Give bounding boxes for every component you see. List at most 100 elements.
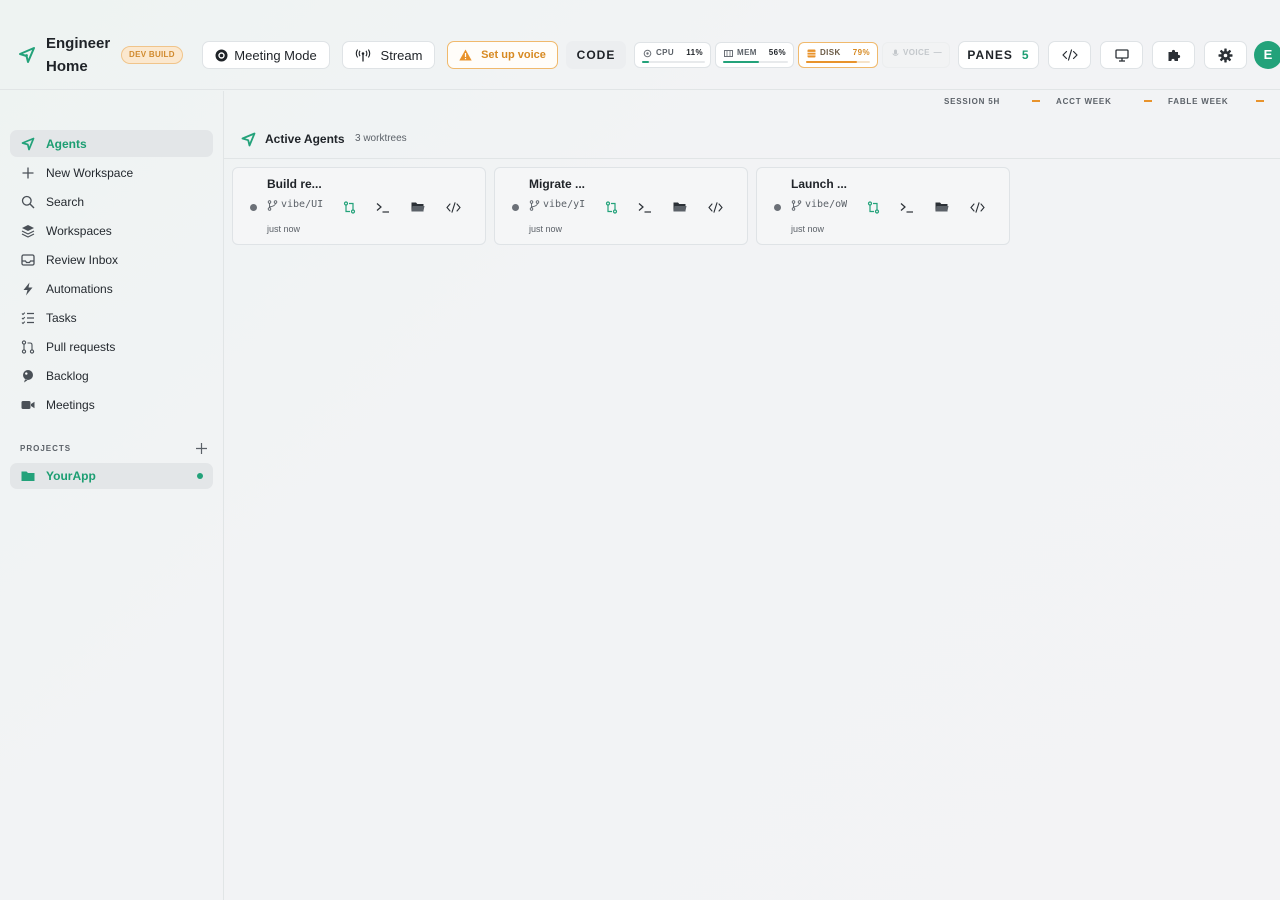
worktree-count: 3 worktrees	[355, 133, 407, 144]
page-title: Active Agents	[265, 132, 345, 146]
diff-icon[interactable]	[603, 199, 619, 215]
puzzle-icon	[1167, 48, 1181, 62]
cpu-usage-bar	[642, 61, 705, 63]
setup-voice-button[interactable]: Set up voice	[447, 41, 558, 69]
mem-value: 56%	[768, 48, 786, 57]
agent-branch: vibe/oW	[805, 199, 847, 210]
video-icon	[21, 398, 35, 412]
stream-label: Stream	[380, 47, 423, 63]
monitor-icon	[1114, 48, 1129, 62]
sidebar-item-tasks[interactable]: Tasks	[10, 304, 213, 331]
agent-updated-time: just now	[791, 224, 825, 234]
plus-icon	[21, 166, 35, 180]
folder-open-icon[interactable]	[934, 199, 950, 215]
diff-icon[interactable]	[341, 199, 357, 215]
disk-value: 79%	[852, 48, 870, 57]
panes-label: PANES	[967, 48, 1013, 62]
code-view-button[interactable]	[1048, 41, 1091, 69]
agent-status-dot	[774, 204, 781, 211]
sidebar-item-backlog[interactable]: Backlog	[10, 362, 213, 389]
extensions-button[interactable]	[1152, 41, 1195, 69]
antenna-icon	[355, 48, 371, 62]
main-header	[224, 91, 1280, 159]
sidebar-item-label: Meetings	[46, 397, 95, 412]
backlog-icon	[21, 369, 35, 383]
panes-button[interactable]: PANES 5	[958, 41, 1039, 69]
inbox-icon	[21, 253, 35, 267]
project-item-yourapp[interactable]: YourApp	[10, 463, 213, 489]
folder-open-icon[interactable]	[410, 199, 426, 215]
user-avatar[interactable]: E	[1254, 41, 1280, 69]
terminal-icon[interactable]	[899, 199, 915, 215]
agent-title: Launch ...	[791, 177, 848, 191]
diff-icon[interactable]	[865, 199, 881, 215]
sidebar-item-label: Tasks	[46, 310, 77, 325]
sidebar-item-search[interactable]: Search	[10, 188, 213, 215]
project-active-dot	[197, 473, 203, 479]
microphone-icon	[891, 49, 900, 58]
code-icon[interactable]	[445, 199, 461, 215]
settings-button[interactable]	[1204, 41, 1247, 69]
folder-open-icon[interactable]	[672, 199, 688, 215]
agents-logo-icon	[18, 46, 36, 64]
memory-icon	[724, 49, 733, 58]
branch-icon	[267, 200, 278, 211]
agent-updated-time: just now	[267, 224, 301, 234]
stream-button[interactable]: Stream	[342, 41, 435, 69]
pull-request-icon	[21, 339, 35, 354]
panes-count: 5	[1021, 48, 1030, 62]
code-button[interactable]: CODE	[566, 41, 626, 69]
sidebar-item-automations[interactable]: Automations	[10, 275, 213, 302]
sidebar-item-meetings[interactable]: Meetings	[10, 391, 213, 418]
sidebar-item-label: Workspaces	[46, 223, 112, 238]
active-agents-icon	[241, 132, 256, 147]
display-button[interactable]	[1100, 41, 1143, 69]
sidebar-item-label: Pull requests	[46, 339, 116, 354]
agent-card[interactable]: Launch ... vibe/oW just now	[756, 167, 1010, 245]
mem-meter: MEM 56%	[715, 42, 794, 68]
sidebar-item-label: Backlog	[46, 368, 89, 383]
terminal-icon[interactable]	[637, 199, 653, 215]
sidebar-item-label: Agents	[46, 136, 87, 151]
code-icon[interactable]	[707, 199, 723, 215]
code-label: CODE	[576, 48, 616, 62]
disk-meter: DISK 79%	[798, 42, 878, 68]
voice-value: —	[933, 48, 942, 57]
cpu-meter: CPU 11%	[634, 42, 711, 68]
bolt-icon	[21, 282, 35, 296]
agent-card[interactable]: Build re... vibe/UI just now	[232, 167, 486, 245]
agent-branch: vibe/yI	[543, 199, 585, 210]
code-icon	[1061, 49, 1078, 61]
agents-icon	[21, 137, 35, 151]
project-label: YourApp	[46, 469, 96, 483]
setup-voice-label: Set up voice	[481, 49, 546, 61]
dev-build-badge: DEV BUILD	[121, 46, 183, 64]
agent-status-dot	[250, 204, 257, 211]
agent-status-dot	[512, 204, 519, 211]
meeting-mode-label: Meeting Mode	[234, 47, 317, 63]
sidebar-item-agents[interactable]: Agents	[10, 130, 213, 157]
disk-label: DISK	[820, 48, 841, 57]
disk-usage-bar	[806, 61, 870, 63]
gear-icon	[1218, 48, 1233, 63]
cpu-label: CPU	[656, 48, 675, 57]
disk-icon	[807, 49, 816, 58]
warning-icon	[459, 49, 472, 61]
agent-card[interactable]: Migrate ... vibe/yI just now	[494, 167, 748, 245]
agent-branch: vibe/UI	[281, 199, 323, 210]
sidebar-item-new-workspace[interactable]: New Workspace	[10, 159, 213, 186]
cpu-value: 11%	[686, 48, 703, 57]
layers-icon	[21, 224, 35, 238]
code-icon[interactable]	[969, 199, 985, 215]
sidebar-item-workspaces[interactable]: Workspaces	[10, 217, 213, 244]
sidebar-item-pull-requests[interactable]: Pull requests	[10, 333, 213, 360]
tasks-icon	[21, 311, 35, 325]
cpu-icon	[643, 49, 652, 58]
record-icon	[215, 49, 228, 62]
app-title: Engineer Home	[46, 35, 111, 75]
meeting-mode-button[interactable]: Meeting Mode	[202, 41, 330, 69]
sidebar-item-label: Automations	[46, 281, 113, 296]
terminal-icon[interactable]	[375, 199, 391, 215]
sidebar-item-review-inbox[interactable]: Review Inbox	[10, 246, 213, 273]
add-project-icon[interactable]	[195, 442, 208, 455]
